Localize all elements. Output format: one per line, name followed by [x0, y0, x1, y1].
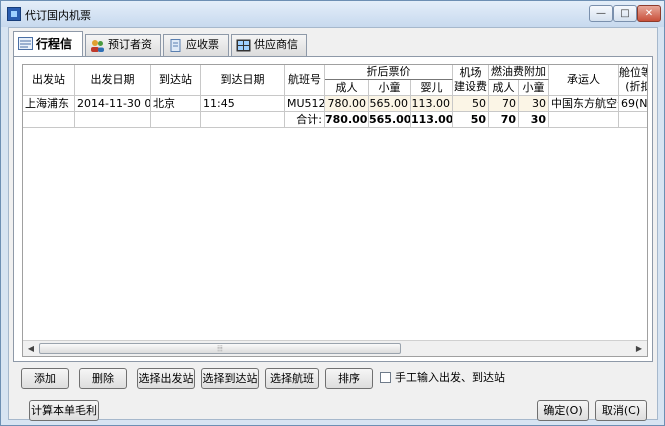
total-blank-4 — [201, 112, 285, 128]
close-button[interactable]: ✕ — [637, 5, 661, 22]
cell-arrive-station[interactable]: 北京 — [151, 96, 201, 112]
window-title: 代订国内机票 — [25, 9, 91, 22]
title-bar[interactable]: 代订国内机票 — □ ✕ — [1, 1, 664, 27]
header-fare-adult[interactable]: 成人 — [325, 80, 369, 96]
total-fare-infant: 113.00 — [411, 112, 453, 128]
cancel-button[interactable]: 取消(C) — [595, 400, 647, 421]
header-airport-fee[interactable]: 机场 建设费 — [453, 65, 489, 96]
header-cabin-class[interactable]: 舱位等级 (折扣) — [619, 65, 647, 96]
itinerary-grid[interactable]: 出发站 出发日期 到达站 到达日期 航班号 折后票价 成人 小童 婴儿 机场 建… — [22, 64, 648, 357]
sort-button[interactable]: 排序 — [325, 368, 373, 389]
add-button[interactable]: 添加 — [21, 368, 69, 389]
header-airport-fee-line2: 建设费 — [454, 80, 487, 93]
cell-cabin[interactable]: 69(N) — [619, 96, 647, 112]
total-fare-child: 565.00 — [369, 112, 411, 128]
itinerary-panel: 出发站 出发日期 到达站 到达日期 航班号 折后票价 成人 小童 婴儿 机场 建… — [13, 56, 653, 362]
supplier-grid-icon — [236, 39, 251, 52]
minimize-button[interactable]: — — [589, 5, 613, 22]
header-arrive-station[interactable]: 到达站 — [151, 65, 201, 96]
total-blank-5 — [549, 112, 619, 128]
maximize-button[interactable]: □ — [613, 5, 637, 22]
document-icon — [170, 39, 181, 52]
tab-itinerary[interactable]: 行程信息 — [13, 31, 83, 75]
tab-receivables[interactable]: 应收票款 — [163, 34, 229, 71]
users-icon — [91, 40, 104, 52]
cell-fare-adult[interactable]: 780.00 — [325, 96, 369, 112]
grid-body: 出发站 出发日期 到达站 到达日期 航班号 折后票价 成人 小童 婴儿 机场 建… — [23, 65, 647, 341]
header-fuel-child[interactable]: 小童 — [519, 80, 549, 96]
select-flight-button[interactable]: 选择航班 — [265, 368, 319, 389]
header-fare-group: 折后票价 — [325, 65, 453, 80]
scroll-right-arrow-icon[interactable]: ▶ — [631, 341, 647, 356]
scroll-left-arrow-icon[interactable]: ◀ — [23, 341, 39, 356]
cell-depart-station[interactable]: 上海浦东 — [23, 96, 75, 112]
select-depart-button[interactable]: 选择出发站 — [137, 368, 195, 389]
cell-fare-child[interactable]: 565.00 — [369, 96, 411, 112]
delete-button[interactable]: 删除 — [79, 368, 127, 389]
manual-input-label: 手工输入出发、到达站 — [395, 371, 505, 384]
total-blank-2 — [75, 112, 151, 128]
total-fuel-adult: 70 — [489, 112, 519, 128]
cell-fare-infant[interactable]: 113.00 — [411, 96, 453, 112]
total-airport-fee: 50 — [453, 112, 489, 128]
tab-booker-info[interactable]: 预订者资料 — [85, 34, 161, 71]
total-blank-6 — [619, 112, 647, 128]
calc-profit-button[interactable]: 计算本单毛利 — [29, 400, 99, 421]
itinerary-icon — [18, 37, 33, 50]
tab-supplier-info[interactable]: 供应商信息 — [231, 34, 307, 71]
header-airport-fee-line1: 机场 — [459, 66, 482, 79]
header-fuel-adult[interactable]: 成人 — [489, 80, 519, 96]
cell-fuel-child[interactable]: 30 — [519, 96, 549, 112]
header-carrier[interactable]: 承运人 — [549, 65, 619, 96]
cell-airport-fee[interactable]: 50 — [453, 96, 489, 112]
cell-fuel-adult[interactable]: 70 — [489, 96, 519, 112]
header-cabin-line2: (折扣) — [625, 80, 647, 93]
scroll-thumb[interactable]: ⦙⦙⦙ — [39, 343, 401, 354]
total-blank-1 — [23, 112, 75, 128]
header-depart-date[interactable]: 出发日期 — [75, 65, 151, 96]
horizontal-scrollbar[interactable]: ◀ ⦙⦙⦙ ▶ — [23, 340, 647, 356]
manual-input-checkbox[interactable] — [380, 372, 391, 383]
header-cabin-line1: 舱位等级 — [619, 66, 647, 79]
header-flight-no[interactable]: 航班号 — [285, 65, 325, 96]
select-arrive-button[interactable]: 选择到达站 — [201, 368, 259, 389]
cell-carrier[interactable]: 中国东方航空公司 — [549, 96, 619, 112]
header-fuel-group: 燃油费附加 — [489, 65, 549, 80]
total-label: 合计: — [285, 112, 325, 128]
cell-depart-date[interactable]: 2014-11-30 09:20 — [75, 96, 151, 112]
header-depart-station[interactable]: 出发站 — [23, 65, 75, 96]
header-fare-child[interactable]: 小童 — [369, 80, 411, 96]
app-icon — [7, 7, 21, 21]
total-fare-adult: 780.00 — [325, 112, 369, 128]
dialog-client: 行程信息 预订者资料 应收票款 — [8, 27, 658, 421]
total-blank-3 — [151, 112, 201, 128]
ok-button[interactable]: 确定(O) — [537, 400, 589, 421]
total-fuel-child: 30 — [519, 112, 549, 128]
cell-arrive-date[interactable]: 11:45 — [201, 96, 285, 112]
header-arrive-date[interactable]: 到达日期 — [201, 65, 285, 96]
booking-window: 代订国内机票 — □ ✕ 行程信息 — [0, 0, 665, 426]
header-fare-infant[interactable]: 婴儿 — [411, 80, 453, 96]
cell-flight-no[interactable]: MU5129 — [285, 96, 325, 112]
